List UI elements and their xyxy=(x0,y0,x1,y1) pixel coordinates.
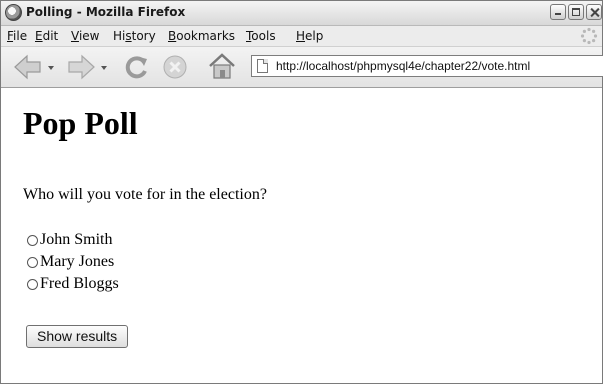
option-label: Fred Bloggs xyxy=(40,275,119,292)
url-text: http://localhost/phpmysql4e/chapter22/vo… xyxy=(276,59,531,73)
reload-icon[interactable] xyxy=(124,54,150,80)
close-button[interactable] xyxy=(586,4,602,20)
radio-button[interactable] xyxy=(27,234,38,246)
page-content: Pop Poll Who will you vote for in the el… xyxy=(1,88,602,384)
back-arrow-icon[interactable] xyxy=(13,54,43,80)
menu-help[interactable]: Help xyxy=(296,29,323,43)
option-label: Mary Jones xyxy=(40,253,115,270)
option-john-smith[interactable]: John Smith xyxy=(27,229,119,251)
address-bar[interactable]: http://localhost/phpmysql4e/chapter22/vo… xyxy=(251,55,603,77)
window-title: Polling - Mozilla Firefox xyxy=(26,5,186,19)
menu-edit[interactable]: Edit xyxy=(35,29,58,43)
title-bar: Polling - Mozilla Firefox xyxy=(1,1,602,26)
throbber-icon xyxy=(580,27,598,45)
option-mary-jones[interactable]: Mary Jones xyxy=(27,251,119,273)
page-heading: Pop Poll xyxy=(23,105,138,141)
menu-history[interactable]: History xyxy=(113,29,156,43)
menu-bar: File Edit View History Bookmarks Tools H… xyxy=(1,26,602,47)
poll-question: Who will you vote for in the election? xyxy=(23,186,267,203)
poll-options: John Smith Mary Jones Fred Bloggs xyxy=(27,229,119,295)
menu-view[interactable]: View xyxy=(71,29,99,43)
back-history-dropdown-icon[interactable] xyxy=(48,66,54,70)
option-fred-bloggs[interactable]: Fred Bloggs xyxy=(27,273,119,295)
home-icon[interactable] xyxy=(207,52,237,80)
show-results-button[interactable]: Show results xyxy=(26,325,129,348)
menu-tools[interactable]: Tools xyxy=(246,29,276,43)
browser-window: Polling - Mozilla Firefox File Edit View… xyxy=(0,0,603,384)
page-icon xyxy=(257,59,268,73)
forward-arrow-icon[interactable] xyxy=(66,54,96,80)
firefox-icon xyxy=(5,4,22,21)
radio-button[interactable] xyxy=(27,256,38,268)
menu-file[interactable]: File xyxy=(7,29,27,43)
minimize-button[interactable] xyxy=(550,4,566,20)
radio-button[interactable] xyxy=(27,278,38,290)
maximize-button[interactable] xyxy=(568,4,584,20)
navigation-toolbar: http://localhost/phpmysql4e/chapter22/vo… xyxy=(1,47,603,88)
stop-icon[interactable] xyxy=(162,54,188,80)
menu-bookmarks[interactable]: Bookmarks xyxy=(168,29,235,43)
window-controls xyxy=(550,4,602,20)
option-label: John Smith xyxy=(40,231,113,248)
forward-history-dropdown-icon[interactable] xyxy=(101,66,107,70)
